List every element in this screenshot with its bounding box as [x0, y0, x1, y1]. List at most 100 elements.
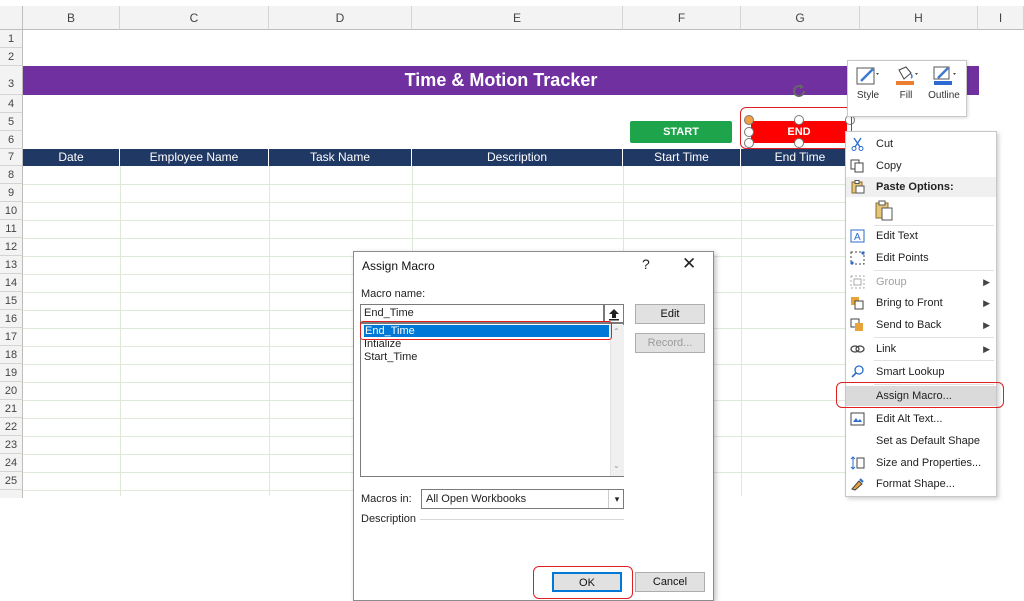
row-header[interactable]: 22 [0, 418, 23, 436]
menu-item-label: Edit Points [876, 252, 929, 264]
outline-button[interactable]: Outline [926, 65, 962, 101]
edit-button[interactable]: Edit [635, 304, 705, 324]
menu-item-label: Size and Properties... [876, 457, 982, 469]
gridline [712, 256, 845, 257]
rotate-handle-icon[interactable] [790, 82, 808, 100]
gridline [23, 364, 353, 365]
row-header[interactable]: 2 [0, 48, 23, 66]
row-header[interactable]: 16 [0, 310, 23, 328]
row-header[interactable]: 23 [0, 436, 23, 454]
menu-separator [874, 337, 994, 338]
row-header[interactable]: 7 [0, 149, 23, 166]
menu-item-cut[interactable]: Cut [846, 134, 996, 154]
row-header[interactable]: 9 [0, 184, 23, 202]
menu-item-edit-alt-text[interactable]: Edit Alt Text... [846, 409, 996, 429]
paste-options-header: Paste Options: [846, 177, 996, 197]
size-icon [850, 456, 865, 470]
macro-list-item[interactable]: Start_Time [364, 351, 417, 363]
menu-item-send-to-back[interactable]: Send to Back ▶ [846, 315, 996, 335]
row-header[interactable]: 5 [0, 113, 23, 131]
list-scrollbar[interactable]: ⌃ ⌄ [610, 325, 624, 476]
paint-bucket-icon [888, 65, 924, 87]
scroll-down-icon[interactable]: ⌄ [613, 461, 620, 470]
column-header-g[interactable]: G [741, 6, 860, 30]
row-header[interactable]: 18 [0, 346, 23, 364]
chevron-down-icon[interactable]: ▾ [608, 490, 625, 508]
row-header[interactable]: 14 [0, 274, 23, 292]
row-header[interactable]: 25 [0, 472, 23, 490]
paste-icon [850, 180, 865, 194]
menu-item-set-default-shape[interactable]: Set as Default Shape [846, 431, 996, 451]
gridline [23, 400, 353, 401]
menu-separator [874, 270, 994, 271]
gridline [23, 346, 353, 347]
row-header[interactable]: 12 [0, 238, 23, 256]
column-header-e[interactable]: E [412, 6, 623, 30]
row-header[interactable]: 11 [0, 220, 23, 238]
menu-item-bring-to-front[interactable]: Bring to Front ▶ [846, 293, 996, 313]
select-all-corner[interactable] [0, 6, 23, 30]
fill-button[interactable]: Fill [888, 65, 924, 101]
column-header-h[interactable]: H [860, 6, 978, 30]
row-header[interactable]: 4 [0, 95, 23, 113]
gridline [23, 418, 353, 419]
menu-item-smart-lookup[interactable]: Smart Lookup [846, 362, 996, 382]
gridline [23, 382, 353, 383]
row-header[interactable]: 20 [0, 382, 23, 400]
assign-macro-dialog: Assign Macro ? ✕ Macro name: End_Time En… [353, 251, 714, 601]
menu-item-edit-text[interactable]: A Edit Text [846, 226, 996, 246]
style-label: Style [856, 90, 880, 101]
scissors-icon [850, 137, 865, 151]
macro-list[interactable]: End_Time Intialize Start_Time ⌃ ⌄ [360, 323, 624, 477]
menu-item-edit-points[interactable]: Edit Points [846, 248, 996, 268]
macros-in-select[interactable]: All Open Workbooks ▾ [421, 489, 624, 509]
column-header-b[interactable]: B [23, 6, 120, 30]
gridline [712, 328, 845, 329]
gridline [712, 436, 845, 437]
close-icon[interactable]: ✕ [682, 254, 696, 274]
help-icon[interactable]: ? [642, 256, 650, 272]
menu-item-label: Paste Options: [876, 181, 954, 193]
menu-item-size-and-properties[interactable]: Size and Properties... [846, 453, 996, 473]
gridline [23, 310, 353, 311]
column-header-i[interactable]: I [978, 6, 1024, 30]
edit-points-icon [850, 251, 865, 265]
gridline [23, 238, 860, 239]
column-header-d[interactable]: D [269, 6, 412, 30]
row-header[interactable]: 13 [0, 256, 23, 274]
submenu-arrow-icon: ▶ [983, 320, 990, 330]
gridline [741, 166, 742, 496]
cancel-button[interactable]: Cancel [635, 572, 705, 592]
paste-keep-format-icon[interactable] [873, 200, 895, 222]
start-shape-button[interactable]: START [630, 121, 732, 143]
gridline [269, 166, 270, 496]
menu-item-group[interactable]: Group ▶ [846, 272, 996, 292]
column-header-c[interactable]: C [120, 6, 269, 30]
table-header-task-name: Task Name [269, 149, 412, 166]
menu-item-copy[interactable]: Copy [846, 156, 996, 176]
row-header[interactable]: 6 [0, 131, 23, 149]
outline-label: Outline [928, 90, 960, 101]
text-box-icon: A [850, 229, 865, 243]
record-button[interactable]: Record... [635, 333, 705, 353]
menu-item-label: Send to Back [876, 319, 942, 331]
style-button[interactable]: Style [850, 65, 886, 101]
row-header[interactable]: 15 [0, 292, 23, 310]
menu-item-link[interactable]: Link ▶ [846, 339, 996, 359]
row-header[interactable]: 19 [0, 364, 23, 382]
description-divider [420, 519, 624, 520]
highlight-box [836, 382, 1004, 408]
row-header[interactable]: 10 [0, 202, 23, 220]
scroll-up-icon[interactable]: ⌃ [613, 327, 620, 336]
row-header[interactable]: 3 [0, 66, 23, 95]
row-header[interactable]: 21 [0, 400, 23, 418]
row-header[interactable]: 1 [0, 30, 23, 48]
mini-toolbar: Style Fill Outline [847, 60, 967, 117]
gridline [23, 292, 353, 293]
column-header-f[interactable]: F [623, 6, 741, 30]
row-header[interactable]: 8 [0, 166, 23, 184]
shape-style-icon [850, 65, 886, 87]
menu-item-format-shape[interactable]: Format Shape... [846, 474, 996, 494]
row-header[interactable]: 17 [0, 328, 23, 346]
row-header[interactable]: 24 [0, 454, 23, 472]
